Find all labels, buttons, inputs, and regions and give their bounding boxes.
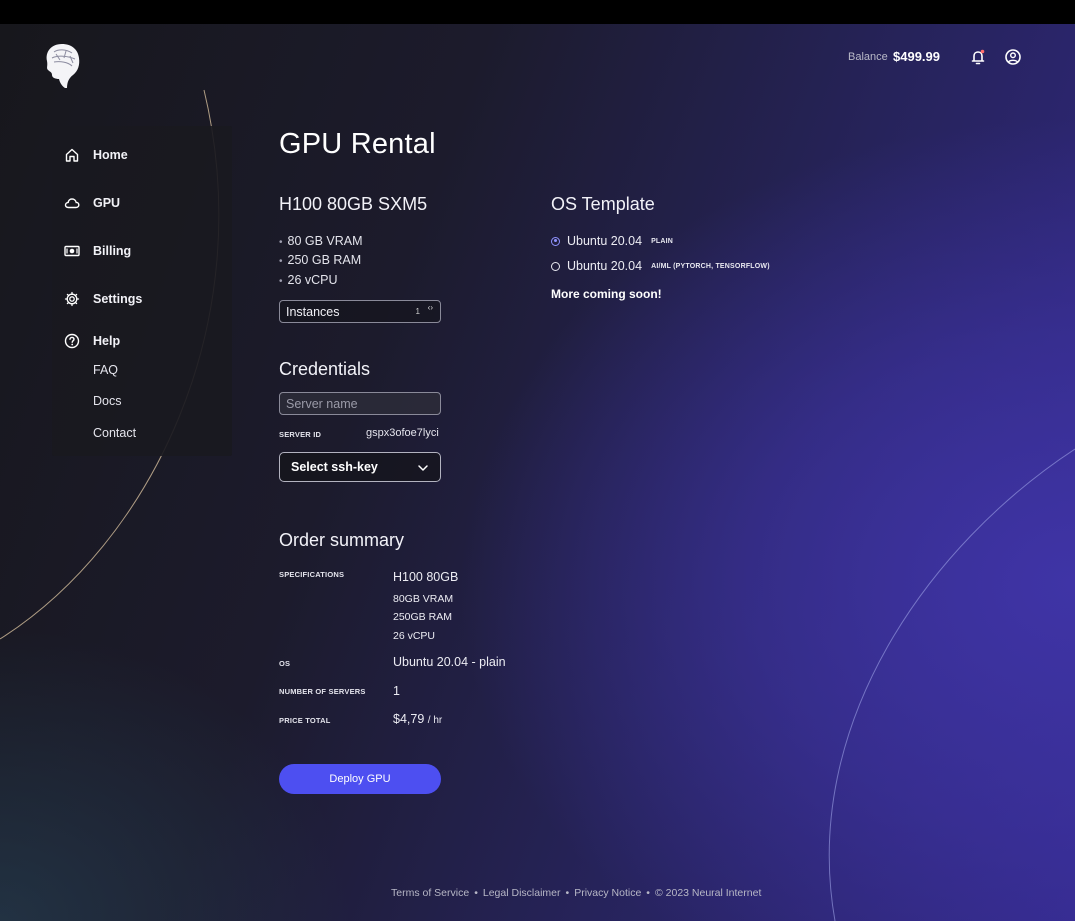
server-id-value: gspx3ofoe7lyci [366, 427, 439, 439]
summary-spec-value: H100 80GB [393, 570, 459, 584]
os-option-name: Ubuntu 20.04 [567, 234, 643, 248]
sidebar-item-label: Billing [93, 244, 132, 258]
credentials-title: Credentials [279, 359, 371, 379]
server-name-input[interactable] [279, 392, 441, 415]
help-link-faq[interactable]: FAQ [93, 362, 118, 378]
money-icon [64, 245, 80, 257]
gear-icon [64, 291, 80, 307]
summary-servers-value: 1 [393, 684, 400, 698]
brain-head-logo[interactable] [42, 42, 84, 90]
summary-os-value: Ubuntu 20.04 - plain [393, 655, 506, 669]
sidebar: Home GPU Billing Settings Help FAQ Docs … [52, 126, 232, 456]
deploy-gpu-button[interactable]: Deploy GPU [279, 764, 441, 794]
gpu-spec-item: • 250 GB RAM [279, 253, 362, 267]
radio-selected-icon[interactable] [551, 236, 560, 246]
os-label: OS [279, 659, 291, 668]
stepper-arrows-icon[interactable]: ‹› [428, 304, 433, 312]
home-icon [65, 148, 79, 162]
ssh-key-label: Select ssh-key [291, 460, 378, 474]
specifications-label: SPECIFICATIONS [279, 570, 345, 579]
server-id-label: SERVER ID [279, 430, 322, 439]
gpu-name: H100 80GB SXM5 [279, 194, 428, 214]
balance-amount: $499.99 [893, 49, 940, 64]
help-link-contact[interactable]: Contact [93, 425, 136, 441]
radio-unselected-icon[interactable] [551, 261, 560, 271]
cloud-icon [64, 198, 80, 209]
help-icon [64, 333, 80, 349]
footer-link-privacy[interactable]: Privacy Notice [574, 887, 641, 899]
sidebar-item-gpu[interactable]: GPU [64, 193, 120, 213]
sidebar-item-home[interactable]: Home [64, 145, 128, 165]
footer-link-legal[interactable]: Legal Disclaimer [483, 887, 561, 899]
sidebar-item-label: Help [93, 334, 121, 348]
footer-link-terms[interactable]: Terms of Service [391, 887, 469, 899]
summary-spec-value: 80GB VRAM [393, 593, 454, 605]
bell-icon[interactable] [969, 48, 987, 66]
os-template-title: OS Template [551, 194, 655, 214]
top-black-bar [0, 0, 1075, 24]
gpu-spec-item: • 26 vCPU [279, 273, 338, 287]
footer: Terms of Service • Legal Disclaimer • Privac… [391, 887, 762, 899]
sidebar-item-label: GPU [93, 196, 121, 210]
gpu-spec-item: • 80 GB VRAM [279, 234, 363, 248]
os-option-name: Ubuntu 20.04 [567, 259, 643, 273]
help-link-docs[interactable]: Docs [93, 393, 121, 409]
os-option-tag: AI/ML (PYTORCH, TENSORFLOW) [651, 262, 770, 270]
user-icon[interactable] [1004, 48, 1022, 66]
os-option-plain[interactable]: Ubuntu 20.04 PLAIN [551, 234, 673, 248]
balance-label: Balance [848, 51, 888, 63]
instances-label: Instances [286, 305, 340, 319]
summary-spec-value: 26 vCPU [393, 630, 436, 642]
sidebar-item-label: Home [93, 148, 128, 162]
instances-stepper[interactable]: Instances 1 ‹› [279, 300, 441, 323]
sidebar-item-settings[interactable]: Settings [64, 289, 142, 309]
ssh-key-select[interactable]: Select ssh-key [279, 452, 441, 482]
app-window: Balance $499.99 Home GPU Billing Setting… [0, 24, 1075, 921]
chevron-down-icon [418, 465, 428, 471]
os-option-aiml[interactable]: Ubuntu 20.04 AI/ML (PYTORCH, TENSORFLOW) [551, 259, 770, 273]
price-unit: / hr [427, 715, 443, 726]
page-title: GPU Rental [279, 128, 436, 160]
order-summary-title: Order summary [279, 530, 405, 550]
price-total: $4,79 / hr [393, 712, 443, 726]
copyright: © 2023 Neural Internet [654, 887, 762, 899]
sidebar-item-billing[interactable]: Billing [64, 241, 131, 261]
sidebar-item-help[interactable]: Help [64, 331, 120, 351]
os-option-tag: PLAIN [651, 237, 674, 245]
price-label: PRICE TOTAL [279, 716, 331, 725]
sidebar-item-label: Settings [93, 292, 143, 306]
summary-spec-value: 250GB RAM [393, 611, 452, 623]
coming-soon-note: More coming soon! [551, 287, 662, 301]
servers-label: NUMBER OF SERVERS [279, 687, 366, 696]
instances-value: 1 [415, 307, 420, 316]
